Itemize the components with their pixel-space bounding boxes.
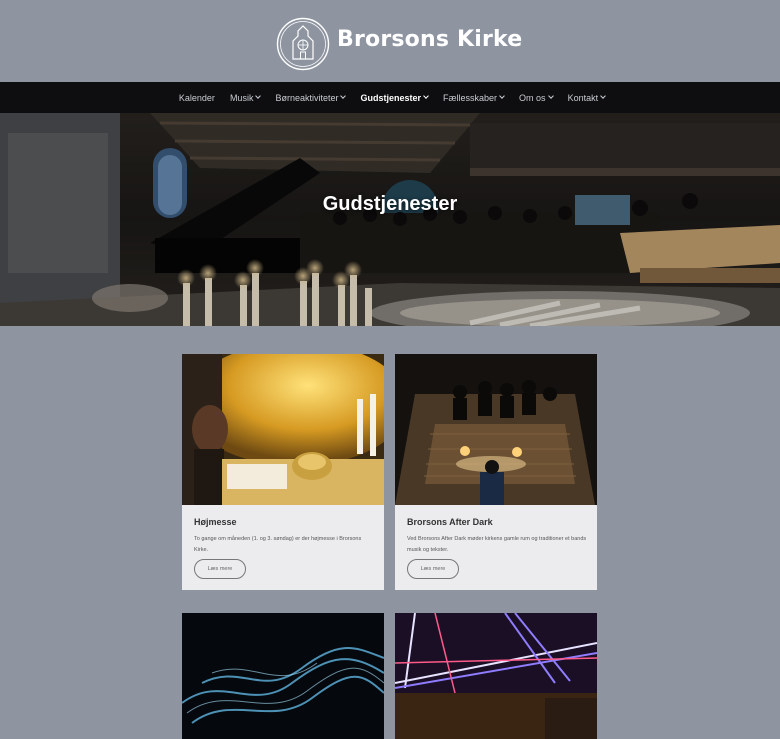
nav-item-label: Fællesskaber [443, 92, 498, 103]
card-image[interactable] [395, 613, 597, 739]
chevron-down-icon [600, 93, 606, 99]
read-more-button[interactable]: Læs mere [194, 559, 246, 579]
card-hoejmesse[interactable]: Højmesse To gange om måneden (1. og 3. s… [182, 354, 384, 590]
card-image[interactable] [182, 354, 384, 505]
chevron-down-icon [547, 93, 554, 99]
main-navigation: Kalender Musik Børneaktiviteter Gudstjen… [0, 82, 780, 113]
nav-item-musik[interactable]: Musik [229, 92, 262, 103]
chevron-down-icon [255, 93, 262, 99]
site-header: Brorsons Kirke [0, 0, 780, 82]
nav-item-boerneaktiviteter[interactable]: Børneaktiviteter [275, 92, 347, 103]
chevron-down-icon [423, 93, 429, 99]
church-icon[interactable] [276, 17, 330, 71]
nav-item-om-os[interactable]: Om os [519, 92, 554, 103]
card-after-dark[interactable]: Brorsons After Dark Ved Brorsons After D… [395, 354, 597, 590]
card-description: To gange om måneden (1. og 3. søndag) er… [194, 536, 362, 553]
read-more-button[interactable]: Læs mere [407, 559, 459, 579]
nav-menu: Kalender Musik Børneaktiviteter Gudstjen… [0, 82, 780, 113]
nav-item-kalender[interactable]: Kalender [179, 93, 215, 103]
chevron-down-icon [499, 93, 505, 99]
card-description: Ved Brorsons After Dark møder kirkens ga… [407, 536, 587, 553]
hero-banner: Gudstjenester [0, 113, 780, 326]
site-title[interactable]: Brorsons Kirke [337, 27, 522, 52]
nav-item-label: Musik [229, 92, 254, 103]
nav-item-gudstjenester[interactable]: Gudstjenester [360, 92, 429, 103]
card-image[interactable] [182, 613, 384, 739]
page-title: Gudstjenester [322, 193, 458, 215]
nav-item-label: Kalender [178, 92, 215, 103]
chevron-down-icon [340, 93, 347, 99]
hero-image [0, 113, 780, 326]
nav-item-faellesskaber[interactable]: Fællesskaber [443, 92, 505, 103]
nav-item-label: Kontakt [567, 92, 599, 103]
card-image[interactable] [395, 354, 597, 505]
card-title[interactable]: Højmesse [194, 517, 237, 527]
nav-item-label: Gudstjenester [360, 92, 422, 103]
nav-item-label: Om os [519, 92, 546, 103]
nav-item-label: Børneaktiviteter [275, 92, 339, 103]
nav-item-kontakt[interactable]: Kontakt [568, 93, 606, 103]
card-title[interactable]: Brorsons After Dark [407, 517, 493, 527]
